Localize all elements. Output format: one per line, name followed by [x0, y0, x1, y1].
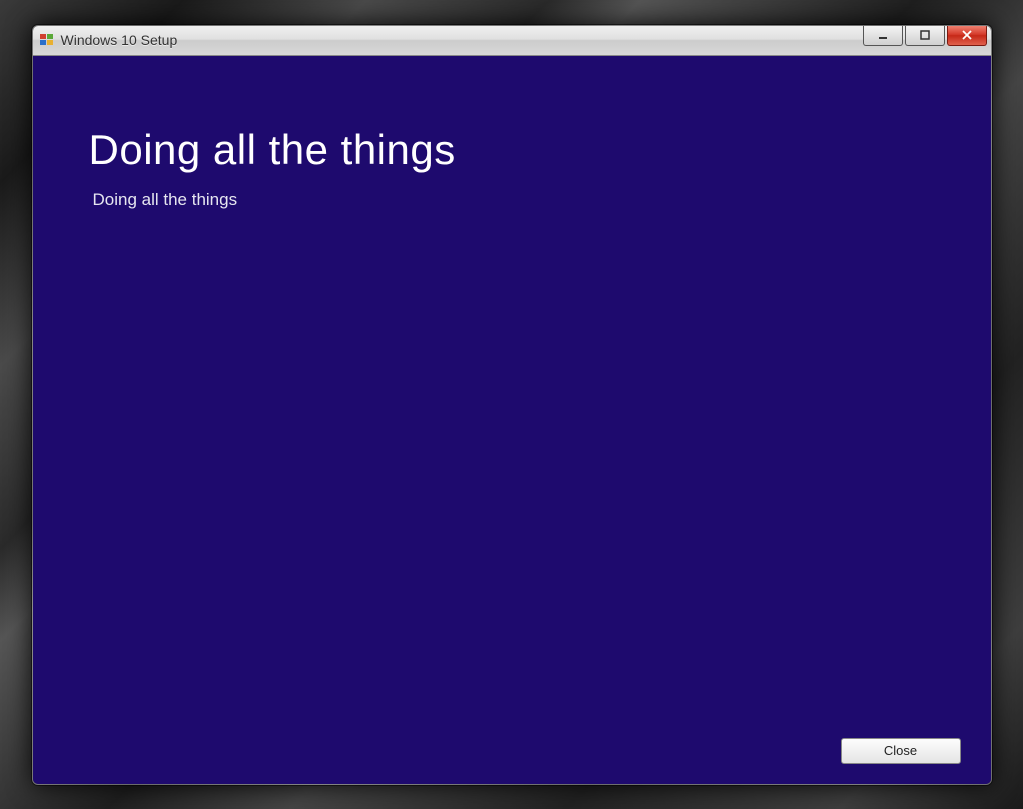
windows-flag-icon — [39, 32, 55, 48]
maximize-icon — [919, 29, 931, 41]
close-window-button[interactable] — [947, 26, 987, 46]
content-area: Doing all the things Doing all the thing… — [33, 56, 991, 784]
setup-window: Windows 10 Setup — [32, 25, 992, 785]
close-button[interactable]: Close — [841, 738, 961, 764]
page-subtext: Doing all the things — [89, 190, 935, 210]
minimize-button[interactable] — [863, 26, 903, 46]
minimize-icon — [877, 29, 889, 41]
footer: Close — [841, 738, 961, 764]
window-controls — [863, 26, 987, 46]
maximize-button[interactable] — [905, 26, 945, 46]
page-heading: Doing all the things — [89, 126, 935, 174]
window-title: Windows 10 Setup — [61, 25, 178, 55]
desktop-background: Windows 10 Setup — [0, 0, 1023, 809]
close-icon — [961, 29, 973, 41]
titlebar[interactable]: Windows 10 Setup — [33, 26, 991, 56]
